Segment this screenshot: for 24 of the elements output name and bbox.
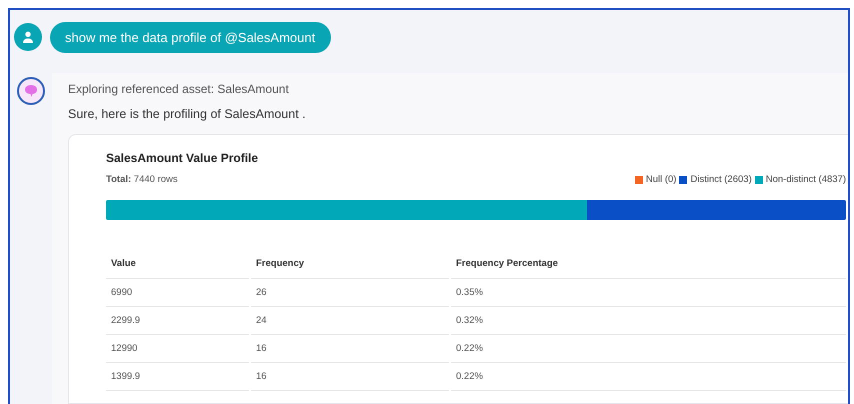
table-cell: 0.32% bbox=[451, 307, 846, 335]
table-cell: 6990 bbox=[106, 279, 249, 307]
column-header: Frequency Percentage bbox=[451, 250, 846, 279]
table-cell: 26 bbox=[251, 279, 449, 307]
table-cell: 24 bbox=[251, 307, 449, 335]
legend-label: Distinct (2603) bbox=[690, 174, 752, 185]
user-message: show me the data profile of @SalesAmount bbox=[50, 22, 332, 52]
total-text: Total: 7440 rows bbox=[106, 174, 178, 185]
column-header: Value bbox=[106, 250, 249, 279]
table-cell: 16 bbox=[251, 335, 449, 363]
table-cell: 2299.9 bbox=[106, 307, 249, 335]
table-cell: 0.22% bbox=[451, 335, 846, 363]
card-title: SalesAmount Value Profile bbox=[106, 151, 260, 165]
table-cell: 12990 bbox=[106, 335, 249, 363]
table-cell: 1399.9 bbox=[106, 363, 249, 391]
legend-label: Non-distinct (4837) bbox=[766, 174, 846, 185]
table-cell: 0.35% bbox=[451, 279, 846, 307]
legend-label: Null (0) bbox=[646, 174, 676, 185]
table-cell: 0.22% bbox=[451, 363, 846, 391]
table-cell: 16 bbox=[251, 363, 449, 391]
person-icon bbox=[22, 31, 34, 43]
column-header: Frequency bbox=[251, 250, 449, 279]
reply-text: Sure, here is the profiling of SalesAmount . bbox=[68, 107, 307, 121]
status-text: Exploring referenced asset: SalesAmount bbox=[68, 82, 290, 96]
